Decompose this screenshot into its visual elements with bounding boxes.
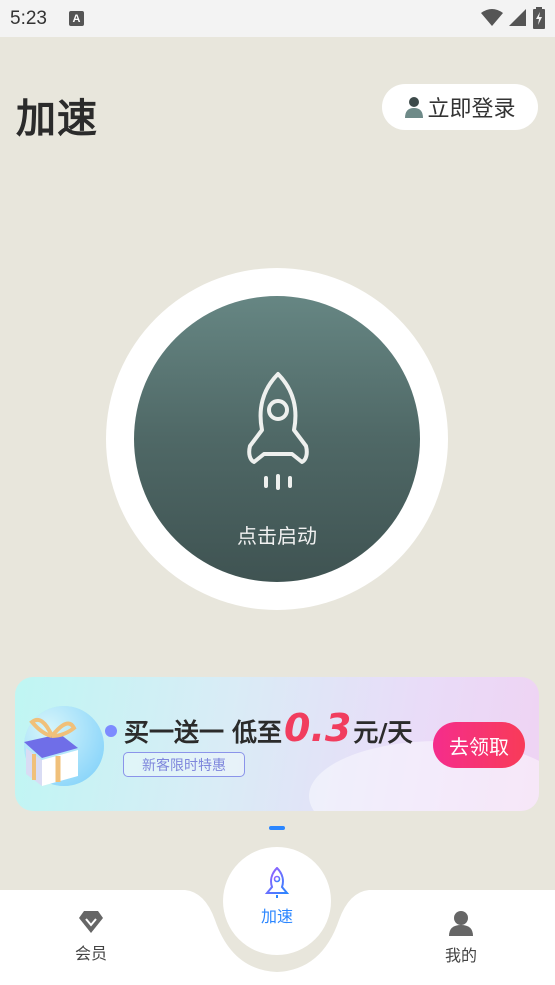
claim-button[interactable]: 去领取 bbox=[433, 722, 525, 768]
nav-item-accelerate[interactable]: 加速 bbox=[223, 847, 331, 955]
nav-item-profile[interactable]: 我的 bbox=[416, 910, 506, 970]
login-label: 立即登录 bbox=[427, 97, 516, 122]
status-indicators bbox=[481, 7, 545, 29]
banner-headline-part2: 低至 bbox=[232, 718, 283, 747]
battery-icon bbox=[533, 7, 545, 29]
gift-icon bbox=[24, 706, 104, 786]
nav-item-vip[interactable]: 会员 bbox=[46, 910, 136, 970]
banner-tag: 新客限时特惠 bbox=[123, 752, 245, 777]
diamond-icon bbox=[79, 911, 103, 933]
wifi-icon bbox=[481, 9, 503, 26]
login-button[interactable]: 立即登录 bbox=[382, 84, 538, 130]
person-icon bbox=[449, 911, 473, 936]
signal-icon bbox=[509, 9, 526, 26]
banner-headline: 买一送一 低至 0.3 元/天 bbox=[124, 706, 413, 750]
user-icon bbox=[405, 97, 424, 118]
notification-icon: A bbox=[68, 11, 84, 26]
nav-label-profile: 我的 bbox=[444, 946, 477, 965]
start-label: 点击启动 bbox=[237, 524, 317, 548]
banner-headline-part1: 买一送一 bbox=[124, 718, 225, 747]
banner-price: 0.3 bbox=[284, 706, 352, 750]
banner-page-indicator bbox=[269, 826, 285, 830]
rocket-icon bbox=[264, 867, 290, 898]
status-time: 5:23 bbox=[10, 7, 47, 29]
nav-label-accelerate: 加速 bbox=[260, 907, 293, 926]
nav-label-vip: 会员 bbox=[74, 944, 107, 963]
page-title: 加速 bbox=[16, 96, 98, 142]
banner-unit: 元/天 bbox=[353, 718, 413, 747]
status-bar: 5:23 A bbox=[0, 0, 555, 37]
banner-dot bbox=[105, 725, 117, 737]
rocket-icon bbox=[247, 372, 309, 490]
